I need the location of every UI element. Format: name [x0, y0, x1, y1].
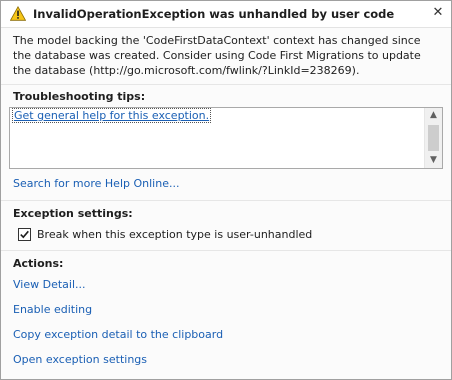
troubleshooting-heading: Troubleshooting tips: [13, 90, 146, 103]
break-on-exception-label[interactable]: Break when this exception type is user-u… [37, 228, 312, 241]
divider [1, 84, 451, 85]
troubleshooting-tips-list[interactable]: Get general help for this exception. ▲ ▼ [9, 107, 443, 169]
tips-scrollbar[interactable]: ▲ ▼ [424, 108, 442, 168]
view-detail-link[interactable]: View Detail... [13, 278, 86, 291]
exception-assistant-dialog: InvalidOperationException was unhandled … [0, 0, 452, 380]
exception-settings-heading: Exception settings: [13, 207, 133, 220]
scroll-up-arrow-icon[interactable]: ▲ [425, 108, 442, 123]
dialog-title: InvalidOperationException was unhandled … [33, 7, 395, 21]
tip-link-general-help[interactable]: Get general help for this exception. [11, 108, 212, 123]
warning-icon [10, 6, 26, 21]
scroll-down-arrow-icon[interactable]: ▼ [425, 153, 442, 168]
title-bar: InvalidOperationException was unhandled … [1, 1, 451, 28]
open-exception-settings-link[interactable]: Open exception settings [13, 353, 147, 366]
enable-editing-link[interactable]: Enable editing [13, 303, 92, 316]
copy-exception-detail-link[interactable]: Copy exception detail to the clipboard [13, 328, 223, 341]
break-on-exception-checkbox[interactable] [18, 228, 31, 241]
checkmark-icon [20, 230, 29, 239]
exception-message: The model backing the 'CodeFirstDataCont… [13, 34, 421, 77]
scroll-thumb[interactable] [428, 125, 439, 151]
close-button[interactable]: ✕ [429, 4, 447, 22]
divider [1, 200, 451, 201]
close-icon: ✕ [432, 5, 444, 20]
divider [1, 250, 451, 251]
actions-heading: Actions: [13, 257, 64, 270]
search-help-online-link[interactable]: Search for more Help Online... [13, 177, 179, 190]
